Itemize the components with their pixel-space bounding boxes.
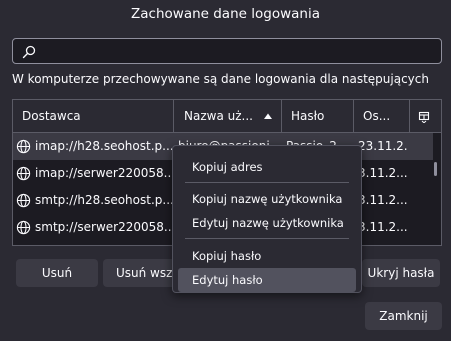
- menu-separator: [185, 238, 349, 239]
- globe-icon: [16, 166, 31, 181]
- search-icon: [22, 45, 36, 59]
- column-header-username[interactable]: Nazwa uż...: [174, 100, 282, 132]
- globe-icon: [16, 139, 31, 154]
- column-header-password[interactable]: Hasło: [282, 100, 354, 132]
- row-modified: 23.11.2...: [358, 139, 408, 153]
- description-text: W komputerze przechowywane są dane logow…: [12, 72, 429, 86]
- context-menu: Kopiuj adres Kopiuj nazwę użytkownika Ed…: [172, 145, 362, 293]
- row-modified: 3.11.2...: [358, 220, 408, 234]
- table-header: Dostawca Nazwa uż... Hasło Os...: [13, 100, 441, 133]
- remove-button[interactable]: Usuń: [16, 259, 98, 287]
- row-site: smtp://h28.seohost.p...: [35, 193, 174, 207]
- remove-all-button[interactable]: Usuń wszy: [103, 259, 183, 287]
- column-header-provider[interactable]: Dostawca: [13, 100, 174, 132]
- menu-item-copy-address[interactable]: Kopiuj adres: [178, 155, 356, 179]
- row-modified: 3.11.2...: [358, 166, 408, 180]
- column-header-username-label: Nazwa uż...: [184, 109, 253, 123]
- menu-item-copy-password[interactable]: Kopiuj hasło: [178, 244, 356, 268]
- search-input[interactable]: [12, 38, 442, 64]
- column-header-modified[interactable]: Os...: [354, 100, 410, 132]
- hide-passwords-button[interactable]: Ukryj hasła: [362, 259, 440, 287]
- globe-icon: [16, 220, 31, 235]
- dialog-title: Zachowane dane logowania: [131, 6, 320, 22]
- table-scrollbar[interactable]: [434, 162, 437, 176]
- row-modified: 3.11.2...: [358, 193, 408, 207]
- sort-ascending-icon: [264, 113, 272, 119]
- globe-icon: [16, 193, 31, 208]
- row-site: smtp://serwer220058...: [35, 220, 175, 234]
- column-picker-button[interactable]: [410, 100, 441, 132]
- menu-separator: [185, 182, 349, 183]
- menu-item-copy-username[interactable]: Kopiuj nazwę użytkownika: [178, 187, 356, 211]
- menu-item-edit-username[interactable]: Edytuj nazwę użytkownika: [178, 211, 356, 235]
- row-site: imap://serwer220058...: [35, 166, 175, 180]
- close-button[interactable]: Zamknij: [365, 302, 442, 330]
- menu-item-edit-password[interactable]: Edytuj hasło: [178, 268, 356, 292]
- column-picker-icon: [418, 111, 430, 123]
- row-site: imap://h28.seohost.p...: [35, 139, 174, 153]
